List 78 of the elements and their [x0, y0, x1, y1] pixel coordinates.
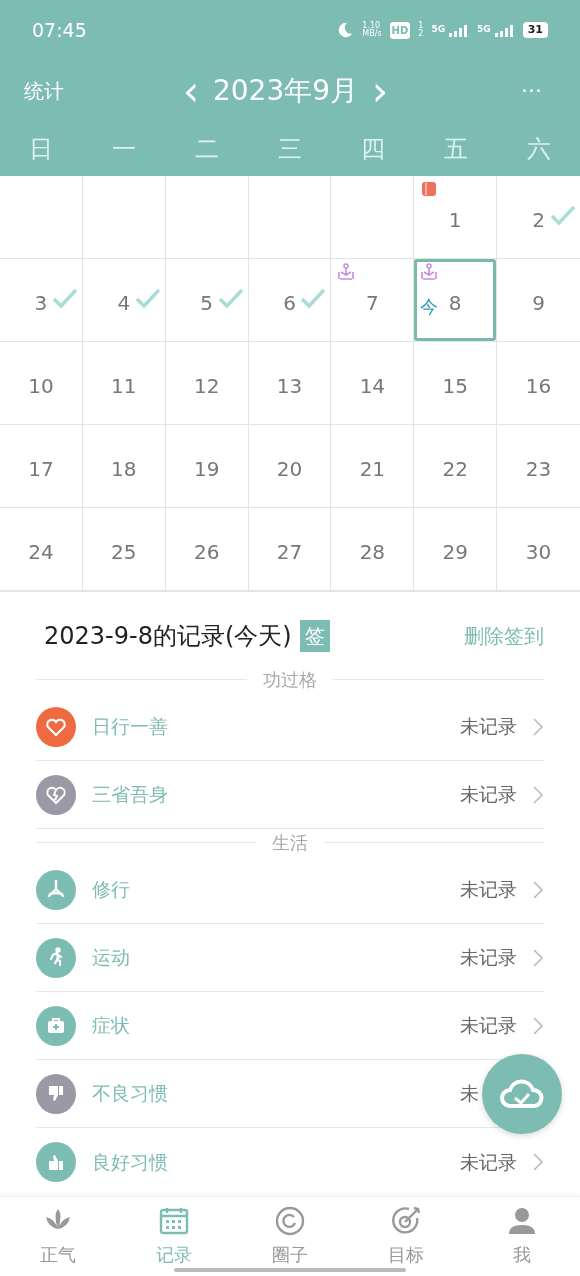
status-text: 未记录: [460, 714, 518, 740]
day-number[interactable]: 3: [34, 288, 48, 318]
check-icon: [550, 204, 576, 226]
nav-tab[interactable]: 正气: [0, 1197, 116, 1276]
check-icon: [51, 287, 78, 309]
weekday-label: 一: [111, 134, 138, 165]
day-number[interactable]: 15: [442, 371, 468, 401]
day-number[interactable]: 28: [359, 537, 386, 567]
day-number[interactable]: 12: [193, 371, 220, 401]
day-number[interactable]: 9: [532, 288, 545, 318]
day-number[interactable]: 1: [448, 205, 462, 235]
check-icon: [300, 287, 327, 309]
status-text: 未: [460, 1081, 480, 1107]
nav-tab[interactable]: 圈子: [232, 1197, 348, 1276]
day-number[interactable]: 29: [442, 537, 468, 567]
status-text: 未记录: [460, 945, 518, 971]
status-text: 未记录: [460, 782, 518, 808]
day-number[interactable]: 19: [193, 454, 220, 484]
target-icon: [390, 1205, 422, 1237]
day-number[interactable]: 18: [111, 454, 137, 484]
month-title: 2023年9月: [212, 73, 359, 109]
section-title: 生活: [272, 831, 308, 855]
person-icon: [506, 1205, 538, 1237]
signal-icon: [494, 24, 515, 37]
day-number[interactable]: 17: [28, 454, 54, 484]
nav-tab[interactable]: 我: [464, 1197, 580, 1276]
day-number[interactable]: 26: [193, 537, 220, 567]
ring-icon: [274, 1205, 306, 1237]
day-number[interactable]: 13: [276, 371, 303, 401]
day-number[interactable]: 11: [111, 371, 137, 401]
day-number[interactable]: 8: [448, 288, 462, 318]
day-number[interactable]: 23: [525, 454, 552, 484]
hd-badge: HD: [389, 21, 411, 39]
today-label: 今: [420, 295, 439, 319]
time-text: 07:45: [32, 17, 87, 43]
sim-number: 1: [418, 22, 424, 30]
day-number[interactable]: 30: [525, 537, 552, 567]
weekday-label: 日: [28, 134, 55, 165]
weekday-label: 四: [359, 134, 386, 165]
day-number[interactable]: 5: [200, 288, 213, 318]
speed-unit: MB/s: [362, 30, 382, 38]
day-number[interactable]: 16: [525, 371, 552, 401]
status-text: 未记录: [460, 1013, 518, 1039]
selected-day-outline[interactable]: [414, 259, 497, 341]
status-text: 未记录: [460, 1149, 518, 1175]
weekday-label: 六: [525, 134, 552, 165]
day-number[interactable]: 20: [276, 454, 303, 484]
day-number[interactable]: 24: [28, 537, 54, 567]
speed-value: 1.10: [362, 22, 381, 30]
day-number[interactable]: 6: [283, 288, 296, 318]
network-type: 5G: [477, 23, 491, 37]
day-number[interactable]: 25: [111, 537, 137, 567]
signed-badge: 签: [299, 620, 330, 652]
calendar-icon: [158, 1205, 190, 1237]
weekday-label: 二: [194, 134, 221, 165]
check-icon: [134, 287, 161, 309]
day-number[interactable]: 7: [366, 288, 379, 318]
cloud-check-icon: [500, 1078, 544, 1110]
day-number[interactable]: 14: [359, 371, 386, 401]
weekday-label: 三: [277, 134, 303, 165]
section-title: 功过格: [263, 668, 317, 692]
day-number[interactable]: 27: [276, 537, 303, 567]
cloud-sync-button[interactable]: [482, 1054, 562, 1134]
day-number[interactable]: 22: [442, 454, 468, 484]
sim-number: 2: [418, 30, 424, 38]
day-number[interactable]: 21: [359, 454, 386, 484]
day-number[interactable]: 4: [117, 288, 131, 318]
check-icon: [217, 287, 244, 309]
day-number[interactable]: 2: [532, 205, 545, 235]
book-icon: [420, 180, 439, 198]
signal-icon: [449, 24, 470, 37]
weekday-label: 五: [442, 134, 469, 165]
day-number[interactable]: 10: [28, 371, 54, 401]
network-type: 5G: [431, 23, 446, 37]
battery-level: 31: [522, 21, 548, 39]
status-text: 未记录: [460, 877, 518, 903]
nav-tab[interactable]: 目标: [348, 1197, 464, 1276]
record-title: 2023-9-8的记录(今天): [44, 621, 292, 652]
